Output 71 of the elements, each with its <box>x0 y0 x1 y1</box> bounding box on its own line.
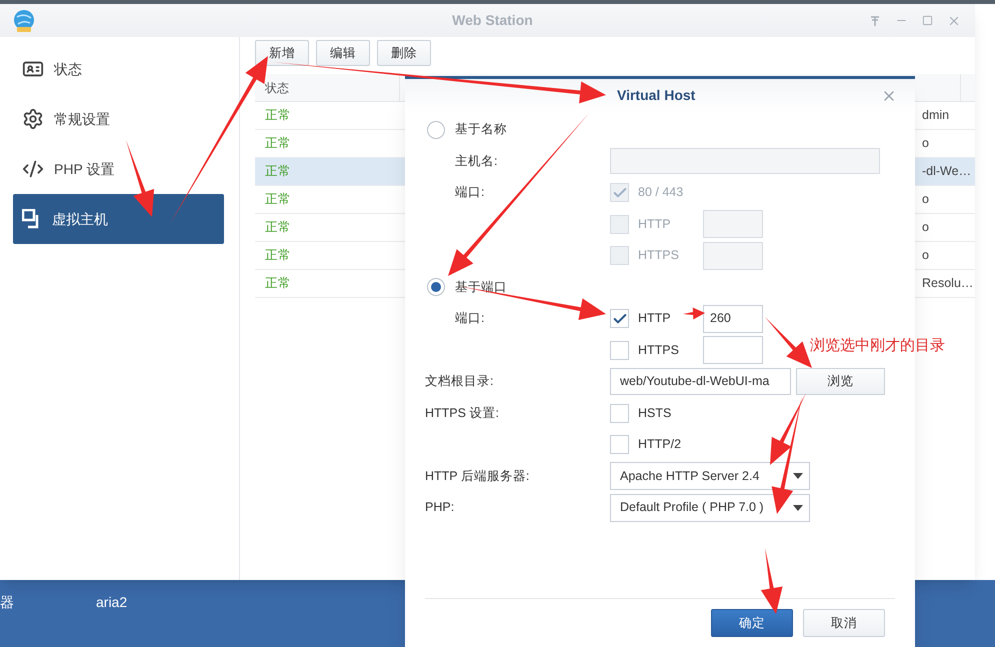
table-cell-text: Resolu… <box>922 275 974 292</box>
status-cell-text: 正常 <box>264 163 292 180</box>
confirm-button[interactable]: 确定 <box>711 609 793 637</box>
checkbox-label: HTTPS <box>638 342 679 359</box>
checkbox-label: 80 / 443 <box>638 184 684 202</box>
sidebar-item[interactable]: PHP 设置 <box>13 144 224 194</box>
port-field[interactable] <box>703 210 763 238</box>
field-label: 主机名: <box>455 152 498 170</box>
table-cell-text: o <box>922 191 929 208</box>
settings-icon <box>22 108 44 130</box>
dialog-title: Virtual Host <box>617 86 696 105</box>
maximize-icon[interactable] <box>922 15 933 26</box>
status-cell-text: 正常 <box>264 191 292 208</box>
status-cell-text: 正常 <box>264 107 292 124</box>
checkbox-label: HTTP <box>638 310 671 328</box>
sidebar-item[interactable]: 虚拟主机 <box>13 194 224 244</box>
table-cell-text: o <box>922 135 929 152</box>
checkbox[interactable] <box>610 435 629 454</box>
field-label: HTTPS 设置: <box>425 404 499 422</box>
toolbar-button[interactable]: 编辑 <box>316 40 370 66</box>
checkbox-label: HTTP <box>638 216 671 233</box>
select-field[interactable]: Apache HTTP Server 2.4 <box>610 462 810 490</box>
table-cell-text: o <box>922 219 929 236</box>
checkbox-label: HSTS <box>638 404 672 422</box>
checkbox-label: HTTP/2 <box>638 436 682 454</box>
status-cell-text: 正常 <box>264 219 292 236</box>
arrow-annotation <box>765 317 812 368</box>
field-label: 端口: <box>455 184 484 202</box>
checkbox[interactable] <box>610 183 629 202</box>
radio-label: 基于名称 <box>455 121 507 138</box>
dropdown-caret-icon <box>793 473 803 480</box>
desktop-icon-label[interactable]: aria2 <box>96 592 128 613</box>
cancel-button[interactable]: 取消 <box>803 609 885 637</box>
toolbar-button[interactable]: 删除 <box>377 40 431 66</box>
checkbox[interactable] <box>610 246 629 266</box>
checkbox[interactable] <box>610 309 629 328</box>
checkbox[interactable] <box>610 340 629 360</box>
status-cell-text: 正常 <box>264 247 292 264</box>
field-label: PHP: <box>425 499 454 516</box>
field-label: 端口: <box>455 310 484 328</box>
globe-icon <box>12 8 36 32</box>
checkbox[interactable] <box>610 404 629 423</box>
toolbar-button[interactable]: 新增 <box>255 40 309 66</box>
arrow-annotation <box>760 548 783 614</box>
table-cell-text: o <box>922 247 929 264</box>
status-cell-text: 正常 <box>264 275 292 292</box>
checkbox[interactable] <box>610 214 629 234</box>
table-cell-text: dmin <box>922 107 950 124</box>
column-header[interactable]: 状态 <box>265 78 289 96</box>
status-cell-text: 正常 <box>264 135 292 152</box>
radio-button[interactable] <box>427 278 445 296</box>
arrow-annotation <box>683 308 705 320</box>
annotation-text: 浏览选中刚才的目录 <box>810 336 945 356</box>
desktop-icon-label[interactable]: 器 <box>0 592 14 613</box>
table-cell-text: -dl-We… <box>922 163 972 180</box>
select-field[interactable]: Default Profile ( PHP 7.0 ) <box>610 494 810 522</box>
field-label: HTTP 后端服务器: <box>425 468 530 485</box>
window-title: Web Station <box>452 11 533 30</box>
dropdown-caret-icon <box>793 504 803 511</box>
sidebar-item[interactable]: 常规设置 <box>13 94 224 144</box>
code-icon <box>22 158 44 180</box>
document-root-field[interactable]: web/Youtube-dl-WebUI-ma <box>610 368 791 396</box>
checkbox-label: HTTPS <box>638 247 679 264</box>
radio-button[interactable] <box>427 120 445 139</box>
port-field[interactable] <box>703 242 763 270</box>
sidebar-item[interactable]: 状态 <box>13 44 224 94</box>
hostname-field[interactable] <box>610 148 880 174</box>
browse-button[interactable]: 浏览 <box>796 368 885 396</box>
port-field[interactable]: 260 <box>703 304 763 333</box>
field-label: 文档根目录: <box>425 373 494 390</box>
port-field[interactable] <box>703 336 763 364</box>
